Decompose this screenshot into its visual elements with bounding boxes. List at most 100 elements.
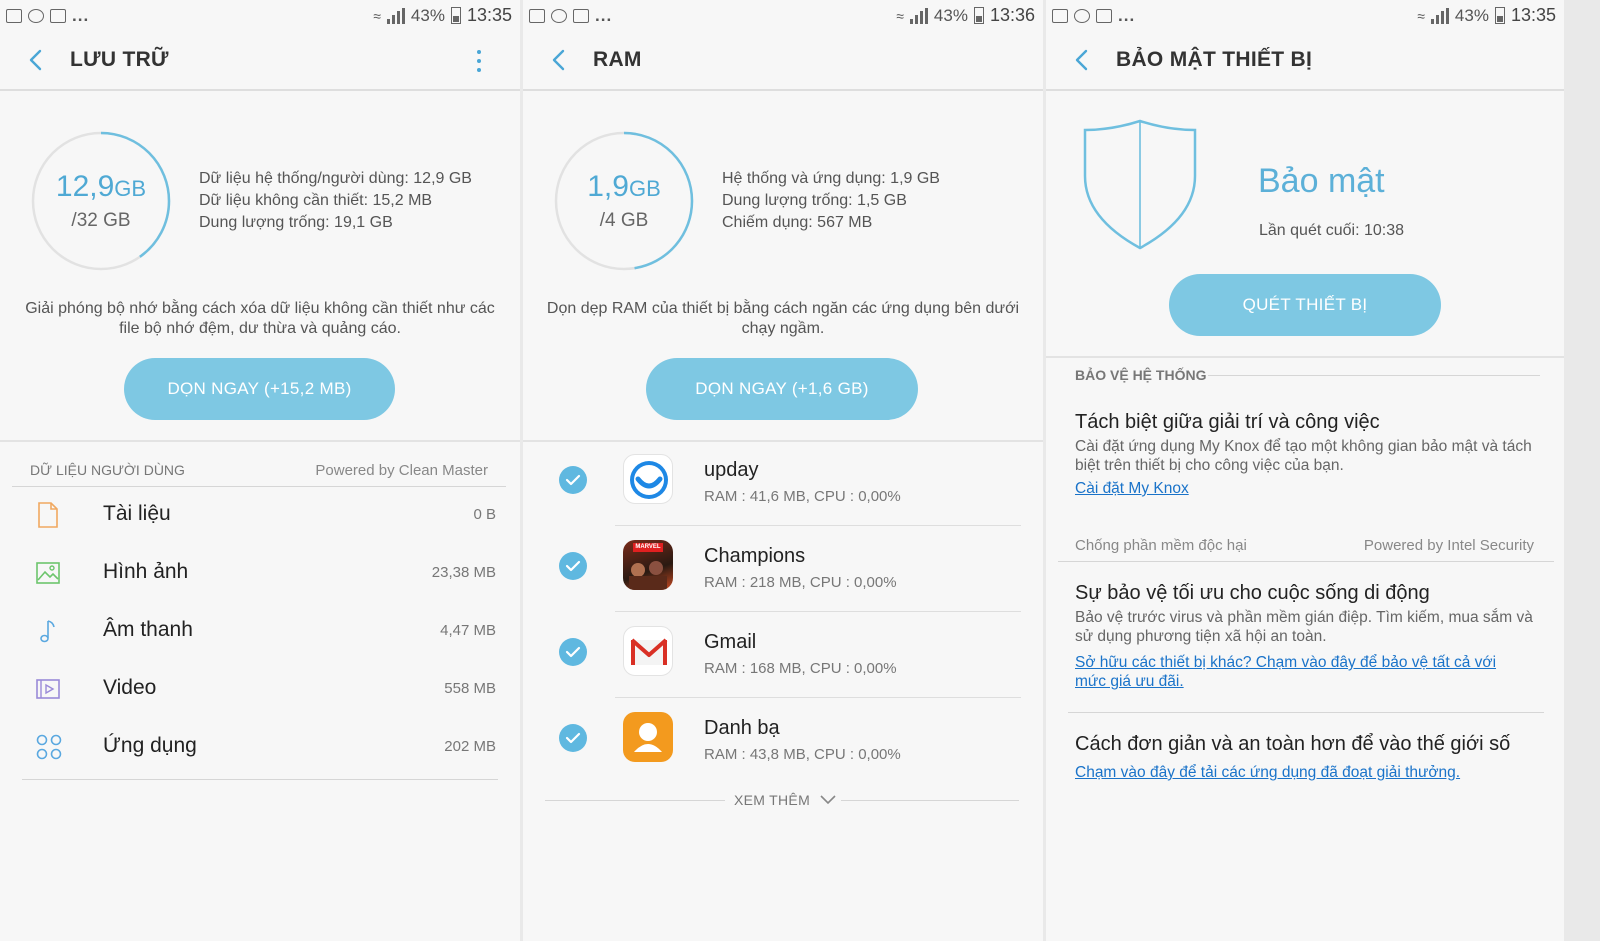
digital-world-title: Cách đơn giản và an toàn hơn để vào thế … (1075, 733, 1511, 755)
total-value: /4 GB (599, 210, 649, 231)
security-panel: ... ≈ 43% 13:35 BẢO MẬT THIẾT BỊ Bảo mật… (1046, 0, 1564, 941)
video-icon (36, 679, 60, 699)
check-icon (565, 646, 581, 658)
malware-section-title: Chống phần mềm độc hại (1075, 537, 1247, 554)
item-size: 23,38 MB (431, 564, 496, 581)
contacts-icon (623, 712, 673, 762)
app-name: Danh bạ (704, 717, 780, 739)
used-value: 1,9 (587, 170, 629, 203)
check-icon (565, 474, 581, 486)
storage-description: Giải phóng bộ nhớ bằng cách xóa dữ liệu … (25, 300, 495, 337)
mobile-protection-description: Bảo vệ trước virus và phần mềm gián điệp… (1075, 609, 1533, 645)
divider (1046, 356, 1564, 358)
ram-usage-ring: 1,9GB /4 GB (553, 130, 695, 272)
ram-description: Dọn dẹp RAM của thiết bị bằng cách ngăn … (546, 300, 1020, 337)
item-size: 202 MB (444, 738, 496, 755)
used-unit: GB (114, 176, 147, 201)
list-item-audio[interactable]: Âm thanh 4,47 MB (0, 604, 520, 662)
marvel-badge: MARVEL (635, 544, 661, 550)
section-divider (12, 486, 506, 487)
item-label: Hình ảnh (103, 560, 189, 583)
stat-junk: Dữ liệu không cần thiết: 15,2 MB (199, 192, 433, 209)
upday-icon (623, 454, 673, 504)
mobile-protection-title: Sự bảo vệ tối ưu cho cuộc sống di động (1075, 582, 1430, 604)
scan-device-button[interactable]: QUÉT THIẾT BỊ (1169, 274, 1441, 336)
app-checkbox[interactable] (559, 724, 587, 752)
list-item-images[interactable]: Hình ảnh 23,38 MB (0, 546, 520, 604)
app-usage: RAM : 41,6 MB, CPU : 0,00% (704, 488, 901, 505)
champions-icon: MARVEL (623, 540, 673, 590)
protect-other-devices-link[interactable]: Sở hữu các thiết bị khác? Chạm vào đây đ… (1075, 653, 1524, 691)
keyboard-icon (529, 9, 545, 23)
image-notification-icon (573, 9, 589, 23)
see-more-button[interactable]: XEM THÊM (734, 792, 836, 808)
section-title: BẢO VỆ HỆ THỐNG (1075, 367, 1207, 383)
install-knox-link[interactable]: Cài đặt My Knox (1075, 479, 1524, 498)
item-size: 4,47 MB (440, 622, 496, 639)
security-heading: Bảo mật (1258, 162, 1385, 200)
image-notification-icon (1096, 9, 1112, 23)
app-checkbox[interactable] (559, 638, 587, 666)
clock: 13:35 (1510, 5, 1556, 25)
app-bar: LƯU TRỮ (0, 30, 520, 91)
back-arrow-icon[interactable] (1072, 48, 1092, 72)
stat-free: Dung lượng trống: 19,1 GB (199, 214, 393, 231)
check-icon (565, 560, 581, 572)
list-item-apps[interactable]: Ứng dụng 202 MB (0, 720, 520, 778)
page-title: LƯU TRỮ (70, 48, 169, 71)
app-usage: RAM : 43,8 MB, CPU : 0,00% (704, 746, 901, 763)
clean-now-button[interactable]: DỌN NGAY (+1,6 GB) (646, 358, 918, 420)
ram-panel: ... ≈ 43% 13:36 RAM 1,9GB /4 GB Hệ thống… (523, 0, 1043, 941)
battery-icon (973, 7, 984, 24)
signal-icon (386, 7, 405, 24)
clock: 13:36 (989, 5, 1035, 25)
app-checkbox[interactable] (559, 466, 587, 494)
ram-stats: Hệ thống và ứng dụng: 1,9 GB Dung lượng … (722, 168, 940, 234)
storage-usage-ring: 12,9GB /32 GB (30, 130, 172, 272)
list-divider (22, 779, 498, 780)
battery-percent: 43% (1454, 5, 1489, 25)
app-row-champions[interactable]: MARVEL Champions RAM : 218 MB, CPU : 0,0… (523, 526, 1043, 612)
page-title: RAM (593, 48, 642, 71)
stat-system-apps: Hệ thống và ứng dụng: 1,9 GB (722, 170, 940, 187)
more-options-icon[interactable] (476, 50, 482, 72)
app-row-gmail[interactable]: Gmail RAM : 168 MB, CPU : 0,00% (523, 612, 1043, 698)
item-label: Ứng dụng (103, 734, 197, 757)
check-icon (565, 732, 581, 744)
storage-panel: ... ≈ 43% 13:35 LƯU TRỮ 12,9GB /32 GB Dữ… (0, 0, 520, 941)
app-usage: RAM : 218 MB, CPU : 0,00% (704, 574, 897, 591)
more-notifications: ... (1118, 6, 1136, 25)
stat-system: Dữ liệu hệ thống/người dùng: 12,9 GB (199, 170, 472, 187)
download-apps-link[interactable]: Chạm vào đây để tải các ứng dụng đã đoạt… (1075, 763, 1524, 782)
battery-percent: 43% (933, 5, 968, 25)
document-icon (38, 502, 58, 528)
see-more-label: XEM THÊM (734, 792, 811, 808)
app-row-contacts[interactable]: Danh bạ RAM : 43,8 MB, CPU : 0,00% (523, 698, 1043, 784)
clock: 13:35 (466, 5, 512, 25)
gmail-icon (623, 626, 673, 676)
wifi-icon: ≈ (373, 7, 381, 24)
app-name: Champions (704, 545, 806, 567)
knox-title: Tách biệt giữa giải trí và công việc (1075, 411, 1380, 433)
item-label: Âm thanh (103, 618, 193, 641)
app-name: Gmail (704, 631, 757, 653)
back-arrow-icon[interactable] (549, 48, 569, 72)
app-checkbox[interactable] (559, 552, 587, 580)
app-usage: RAM : 168 MB, CPU : 0,00% (704, 660, 897, 677)
sync-icon (28, 9, 44, 23)
list-item-video[interactable]: Video 558 MB (0, 662, 520, 720)
signal-icon (909, 7, 928, 24)
signal-icon (1430, 7, 1449, 24)
back-arrow-icon[interactable] (26, 48, 46, 72)
clean-now-button[interactable]: DỌN NGAY (+15,2 MB) (124, 358, 395, 420)
app-bar: BẢO MẬT THIẾT BỊ (1046, 30, 1564, 91)
app-row-upday[interactable]: upday RAM : 41,6 MB, CPU : 0,00% (523, 440, 1043, 526)
section-title: DỮ LIỆU NGƯỜI DÙNG (30, 462, 185, 478)
item-size: 0 B (473, 506, 496, 523)
more-notifications: ... (72, 6, 90, 25)
sync-icon (551, 9, 567, 23)
list-item-documents[interactable]: Tài liệu 0 B (0, 488, 520, 546)
image-notification-icon (50, 9, 66, 23)
app-bar: RAM (523, 30, 1043, 91)
music-note-icon (40, 620, 55, 643)
